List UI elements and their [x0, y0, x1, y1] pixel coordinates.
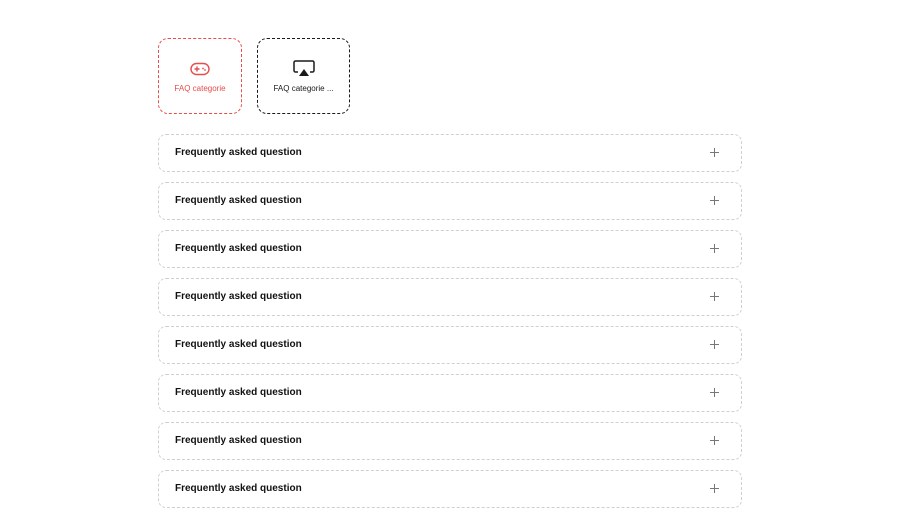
plus-icon[interactable] [710, 436, 719, 446]
faq-item[interactable]: Frequently asked question [158, 182, 742, 220]
faq-category-tab-2[interactable]: FAQ categorie ... [257, 38, 350, 114]
airplay-icon [292, 60, 315, 78]
faq-item[interactable]: Frequently asked question [158, 374, 742, 412]
faq-question: Frequently asked question [175, 339, 302, 351]
faq-section: FAQ categorie FAQ categorie ... Frequent… [158, 38, 742, 508]
faq-item[interactable]: Frequently asked question [158, 134, 742, 172]
faq-question: Frequently asked question [175, 195, 302, 207]
faq-item[interactable]: Frequently asked question [158, 326, 742, 364]
faq-category-label: FAQ categorie [174, 83, 226, 93]
faq-item[interactable]: Frequently asked question [158, 278, 742, 316]
faq-category-tabs: FAQ categorie FAQ categorie ... [158, 38, 742, 114]
faq-item[interactable]: Frequently asked question [158, 422, 742, 460]
faq-category-label: FAQ categorie ... [273, 83, 334, 93]
faq-question: Frequently asked question [175, 435, 302, 447]
plus-icon[interactable] [710, 196, 719, 206]
plus-icon[interactable] [710, 244, 719, 254]
faq-question: Frequently asked question [175, 291, 302, 303]
plus-icon[interactable] [710, 340, 719, 350]
faq-list: Frequently asked question Frequently ask… [158, 134, 742, 508]
faq-item[interactable]: Frequently asked question [158, 230, 742, 268]
faq-question: Frequently asked question [175, 483, 302, 495]
faq-item[interactable]: Frequently asked question [158, 470, 742, 508]
faq-question: Frequently asked question [175, 147, 302, 159]
faq-question: Frequently asked question [175, 243, 302, 255]
plus-icon[interactable] [710, 148, 719, 158]
plus-icon[interactable] [710, 292, 719, 302]
gamepad-icon [189, 60, 211, 78]
faq-question: Frequently asked question [175, 387, 302, 399]
plus-icon[interactable] [710, 484, 719, 494]
plus-icon[interactable] [710, 388, 719, 398]
faq-category-tab-1[interactable]: FAQ categorie [158, 38, 242, 114]
